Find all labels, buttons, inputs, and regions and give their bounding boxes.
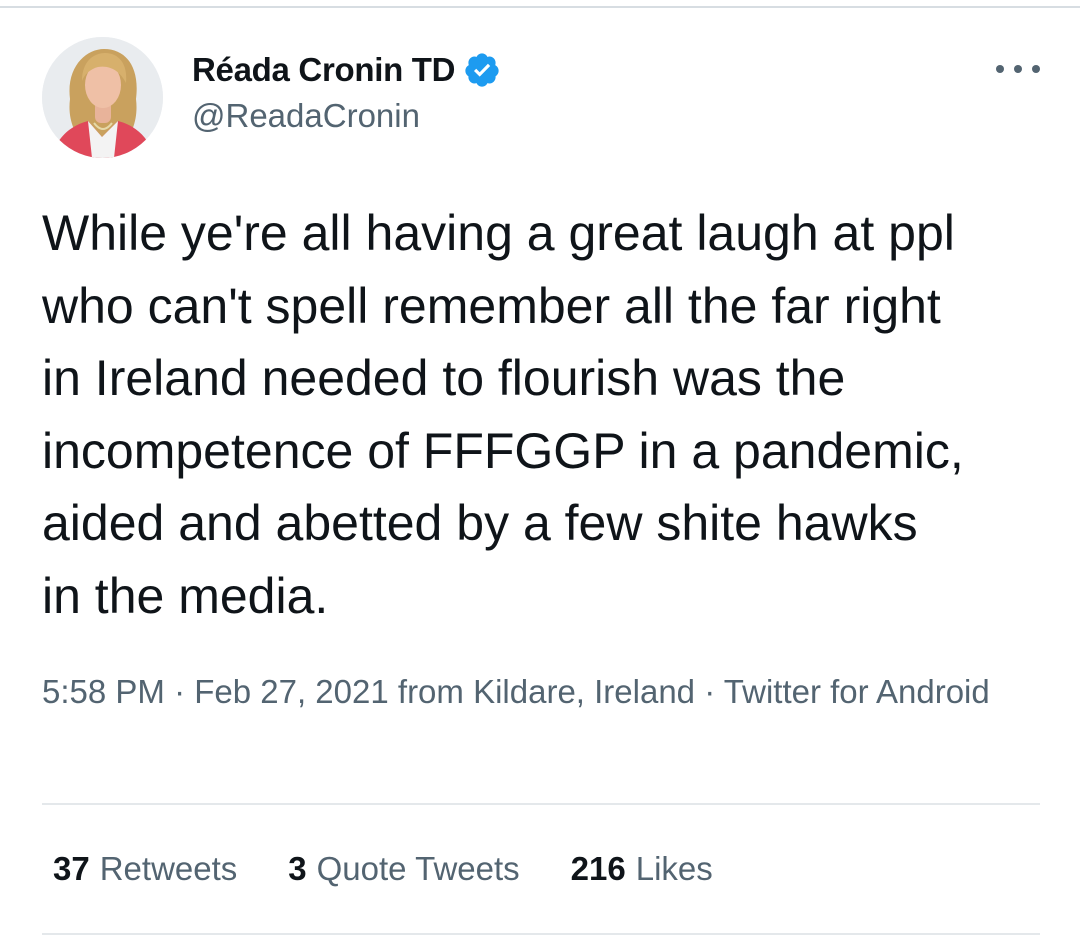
engagement-stats: 37 Retweets 3 Quote Tweets 216 Likes [53,845,713,893]
author-name-row: Réada Cronin TD [192,46,501,94]
likes-label: Likes [635,850,713,887]
more-options-icon[interactable] [996,54,1040,84]
quote-tweets-count: 3 [288,850,307,887]
retweets-stat[interactable]: 37 Retweets [53,850,237,888]
meta-separator: · [695,673,724,710]
tweet-metadata: 5:58 PM · Feb 27, 2021 from Kildare, Ire… [42,668,1002,716]
retweets-label: Retweets [99,850,238,887]
more-dot [1032,65,1040,73]
top-divider [0,6,1080,8]
author-handle[interactable]: @ReadaCronin [192,97,420,135]
author-display-name[interactable]: Réada Cronin TD [192,51,456,89]
quote-tweets-label: Quote Tweets [316,850,520,887]
quote-tweets-stat[interactable]: 3 Quote Tweets [288,850,519,888]
retweets-count: 37 [53,850,90,887]
verified-badge-icon [463,51,501,89]
tweet-date[interactable]: Feb 27, 2021 [194,673,389,710]
tweet-time[interactable]: 5:58 PM [42,673,165,710]
tweet-location[interactable]: from Kildare, Ireland [389,673,695,710]
likes-count: 216 [570,850,626,887]
more-dot [1014,65,1022,73]
stats-divider-bottom [42,933,1040,935]
more-dot [996,65,1004,73]
avatar-image [42,37,163,158]
likes-stat[interactable]: 216 Likes [571,850,713,888]
stats-divider-top [42,803,1040,805]
tweet-source[interactable]: Twitter for Android [724,673,990,710]
avatar[interactable] [42,37,163,158]
meta-separator: · [164,673,195,710]
tweet-text: While ye're all having a great laugh at … [42,205,964,624]
